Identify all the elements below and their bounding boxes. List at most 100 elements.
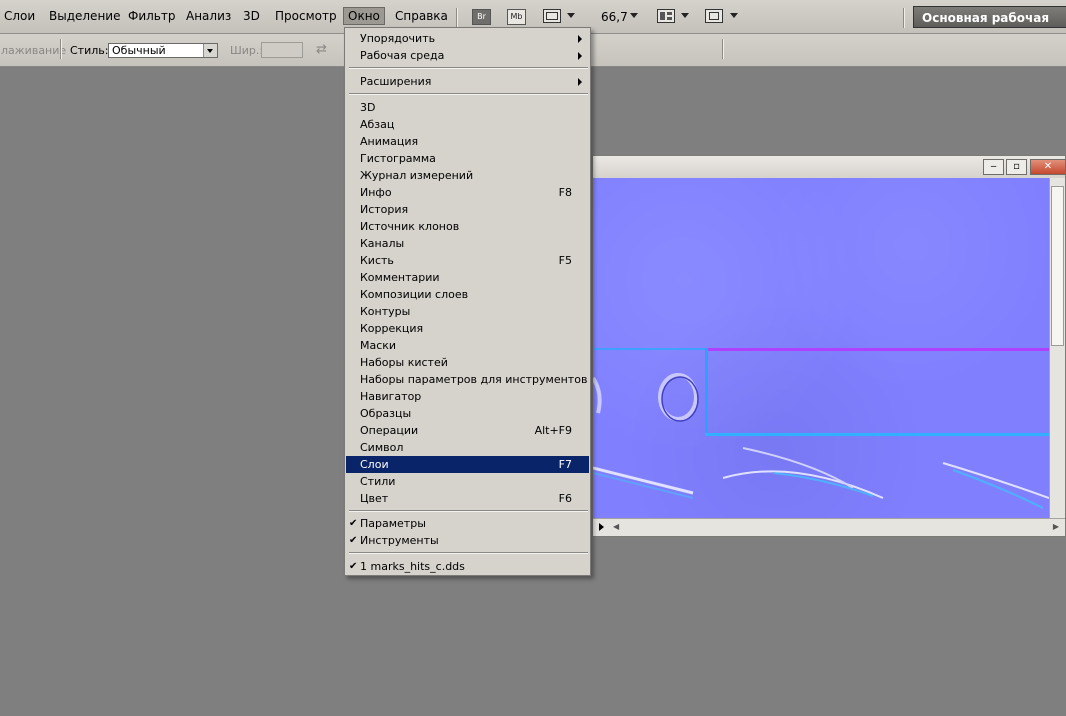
bridge-button[interactable]: Br (472, 9, 491, 25)
workspace-switcher-button[interactable]: Основная рабочая среда (913, 6, 1066, 47)
view-extras-dropdown-icon[interactable] (567, 13, 575, 18)
menu-item-label: Операции (360, 424, 419, 437)
menu-item-panel[interactable]: Операции Alt+F9 (346, 422, 589, 439)
toolbar-separator (456, 8, 458, 28)
checkmark-icon: ✔ (349, 518, 358, 529)
vertical-scrollbar[interactable] (1049, 178, 1065, 519)
menu-item-label: Инфо (360, 186, 392, 199)
menu-analysis[interactable]: Анализ (186, 9, 231, 23)
menu-item-panel[interactable]: Наборы кистей (346, 354, 589, 371)
menu-select[interactable]: Выделение (49, 9, 120, 23)
maximize-button[interactable]: ▫ (1006, 159, 1027, 175)
menu-item-panel[interactable]: Кисть F5 (346, 252, 589, 269)
scroll-left-icon[interactable]: ◀ (613, 522, 619, 531)
menu-item-label: Цвет (360, 492, 389, 505)
document-titlebar[interactable]: ‒ ▫ ✕ (593, 156, 1066, 178)
texture-line (705, 433, 1049, 436)
menu-item-panel[interactable]: Каналы (346, 235, 589, 252)
screen-mode-dropdown-icon[interactable] (730, 13, 738, 18)
menu-item-panel[interactable]: Символ (346, 439, 589, 456)
menu-item-tools[interactable]: ✔ Инструменты (346, 532, 589, 549)
menu-separator (349, 93, 588, 95)
menu-item-workspace[interactable]: Рабочая среда (346, 47, 589, 64)
menu-item-extensions[interactable]: Расширения (346, 73, 589, 90)
menu-item-arrange[interactable]: Упорядочить (346, 30, 589, 47)
menu-item-document[interactable]: ✔ 1 marks_hits_c.dds (346, 558, 589, 575)
menu-item-panel[interactable]: Журнал измерений (346, 167, 589, 184)
menu-help[interactable]: Справка (395, 9, 448, 23)
zoom-level[interactable]: 66,7 (601, 10, 628, 24)
close-button[interactable]: ✕ (1030, 159, 1066, 175)
menu-item-label: Навигатор (360, 390, 422, 403)
vertical-scrollbar-thumb[interactable] (1051, 186, 1064, 346)
zoom-dropdown-icon[interactable] (630, 13, 638, 18)
menu-item-panel[interactable]: Слои F7 (346, 456, 589, 473)
menu-item-label: Кисть (360, 254, 394, 267)
arrange-dropdown-icon[interactable] (681, 13, 689, 18)
texture-line (705, 348, 1049, 351)
menu-item-shortcut: F6 (558, 492, 572, 505)
style-select-value: Обычный (112, 44, 166, 57)
arrange-documents-icon[interactable] (657, 9, 675, 23)
menu-item-panel[interactable]: Источник клонов (346, 218, 589, 235)
smoothing-label: лаживание (1, 44, 67, 57)
menu-item-panel[interactable]: Навигатор (346, 388, 589, 405)
menu-item-label: Образцы (360, 407, 412, 420)
options-end-separator (722, 39, 724, 59)
submenu-arrow-icon (578, 35, 582, 43)
checkmark-icon: ✔ (349, 535, 358, 546)
view-extras-icon[interactable] (543, 9, 561, 23)
menu-item-label: Композиции слоев (360, 288, 469, 301)
menu-item-label: Коррекция (360, 322, 424, 335)
menu-layers[interactable]: Слои (4, 9, 35, 23)
document-window: ‒ ▫ ✕ ◀ ▶ (592, 155, 1066, 537)
menu-item-label: Журнал измерений (360, 169, 474, 182)
menu-separator (349, 552, 588, 554)
menu-item-shortcut: F8 (558, 186, 572, 199)
menu-item-options[interactable]: ✔ Параметры (346, 515, 589, 532)
menu-item-label: Маски (360, 339, 397, 352)
menu-item-panel[interactable]: Маски (346, 337, 589, 354)
menu-item-panel[interactable]: Анимация (346, 133, 589, 150)
menu-item-panel[interactable]: Наборы параметров для инструментов (346, 371, 589, 388)
horizontal-scrollbar[interactable]: ◀ ▶ (593, 518, 1065, 536)
submenu-arrow-icon (578, 78, 582, 86)
swap-icon[interactable]: ⇄ (316, 42, 327, 57)
width-input[interactable] (261, 42, 303, 58)
menu-item-panel[interactable]: 3D (346, 99, 589, 116)
menu-item-panel[interactable]: Инфо F8 (346, 184, 589, 201)
style-select[interactable]: Обычный (108, 43, 218, 58)
menu-item-shortcut: Alt+F9 (534, 424, 572, 437)
scroll-right-icon[interactable]: ▶ (1053, 522, 1059, 531)
menu-item-panel[interactable]: Коррекция (346, 320, 589, 337)
menu-item-panel[interactable]: Образцы (346, 405, 589, 422)
menu-item-panel[interactable]: Контуры (346, 303, 589, 320)
menu-item-panel[interactable]: Абзац (346, 116, 589, 133)
menu-item-label: Расширения (360, 75, 432, 88)
menu-item-label: Инструменты (360, 534, 439, 547)
minimize-button[interactable]: ‒ (983, 159, 1004, 175)
menu-item-panel[interactable]: История (346, 201, 589, 218)
menu-separator (349, 67, 588, 69)
options-separator (60, 39, 62, 59)
menu-3d[interactable]: 3D (243, 9, 260, 23)
chevron-down-icon[interactable] (203, 44, 217, 57)
menu-item-panel[interactable]: Композиции слоев (346, 286, 589, 303)
menu-separator (349, 510, 588, 512)
menu-item-panel[interactable]: Гистограмма (346, 150, 589, 167)
submenu-arrow-icon (578, 52, 582, 60)
play-icon[interactable] (599, 523, 604, 531)
menu-window[interactable]: Окно (343, 7, 385, 25)
menu-item-panel[interactable]: Цвет F6 (346, 490, 589, 507)
menu-item-label: Упорядочить (360, 32, 436, 45)
menu-item-panel[interactable]: Стили (346, 473, 589, 490)
menu-item-label: Наборы кистей (360, 356, 448, 369)
menu-view[interactable]: Просмотр (275, 9, 337, 23)
document-canvas[interactable] (593, 178, 1049, 519)
mini-bridge-button[interactable]: Mb (507, 9, 526, 25)
texture-line (705, 348, 708, 435)
menu-filter[interactable]: Фильтр (128, 9, 175, 23)
menu-item-panel[interactable]: Комментарии (346, 269, 589, 286)
screen-mode-icon[interactable] (705, 9, 723, 23)
style-label: Стиль: (70, 44, 109, 57)
